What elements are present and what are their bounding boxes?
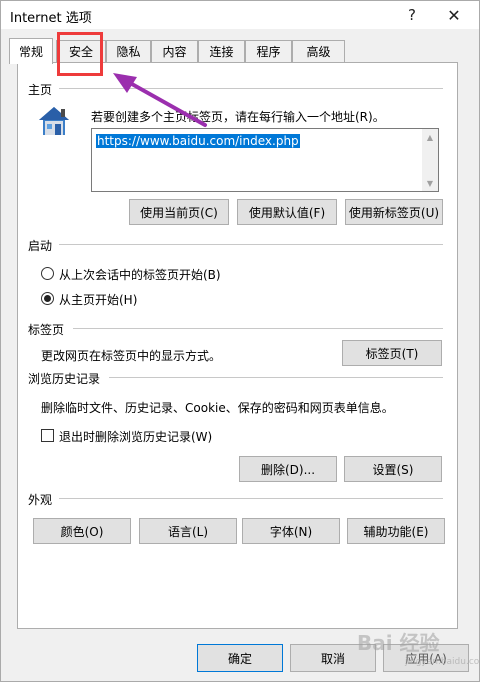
- tab-connections[interactable]: 连接: [198, 40, 245, 62]
- scroll-down-icon[interactable]: ▼: [422, 175, 438, 191]
- accessibility-label: 辅助功能(E): [363, 524, 429, 539]
- tab-content-label: 内容: [162, 45, 187, 59]
- tabs-section-title: 标签页: [28, 323, 65, 337]
- close-button[interactable]: ✕: [435, 1, 473, 29]
- use-current-label: 使用当前页(C): [140, 205, 218, 220]
- tab-advanced[interactable]: 高级: [292, 40, 345, 62]
- window-title: Internet 选项: [10, 11, 92, 26]
- tab-programs[interactable]: 程序: [245, 40, 292, 62]
- languages-label: 语言(L): [167, 524, 209, 539]
- history-description: 删除临时文件、历史记录、Cookie、保存的密码和网页表单信息。: [41, 401, 394, 415]
- history-settings-button[interactable]: 设置(S): [344, 456, 442, 482]
- baidu-watermark-url: jingyan.baidu.com: [405, 657, 480, 667]
- title-bar: Internet 选项 ? ✕: [1, 1, 479, 29]
- colors-label: 颜色(O): [60, 524, 104, 539]
- tab-programs-label: 程序: [256, 45, 281, 59]
- languages-button[interactable]: 语言(L): [139, 518, 237, 544]
- close-icon: ✕: [447, 5, 461, 25]
- use-current-button[interactable]: 使用当前页(C): [129, 199, 229, 225]
- textarea-scrollbar[interactable]: ▲ ▼: [422, 129, 438, 191]
- divider: [73, 328, 443, 329]
- delete-on-exit-checkbox[interactable]: [41, 429, 54, 442]
- ok-label: 确定: [227, 651, 252, 666]
- tabs-description: 更改网页在标签页中的显示方式。: [41, 349, 222, 363]
- tab-general-label: 常规: [18, 45, 43, 59]
- tab-connections-label: 连接: [209, 45, 234, 59]
- baidu-watermark: Bai 经验: [357, 631, 440, 655]
- delete-on-exit-label: 退出时删除浏览历史记录(W): [59, 430, 213, 444]
- use-newtab-label: 使用新标签页(U): [348, 205, 440, 220]
- cancel-label: 取消: [320, 651, 345, 666]
- home-icon: [39, 107, 69, 135]
- scroll-up-icon[interactable]: ▲: [422, 129, 438, 145]
- startup-section-title: 启动: [28, 239, 53, 253]
- tab-content[interactable]: 内容: [151, 40, 198, 62]
- homepage-url-value: https://www.baidu.com/index.php: [96, 134, 300, 148]
- divider: [59, 244, 443, 245]
- help-icon: ?: [408, 6, 416, 24]
- use-default-button[interactable]: 使用默认值(F): [237, 199, 337, 225]
- radio-homepage-label: 从主页开始(H): [59, 293, 138, 307]
- radio-last-session[interactable]: [41, 267, 54, 280]
- appearance-section-title: 外观: [28, 493, 53, 507]
- delete-history-button[interactable]: 删除(D)...: [239, 456, 337, 482]
- homepage-url-textarea[interactable]: https://www.baidu.com/index.php ▲ ▼: [91, 128, 439, 192]
- divider: [109, 377, 443, 378]
- radio-homepage[interactable]: [41, 292, 54, 305]
- use-default-label: 使用默认值(F): [248, 205, 326, 220]
- tab-general[interactable]: 常规: [9, 38, 53, 64]
- tabs-settings-label: 标签页(T): [365, 346, 419, 361]
- delete-history-label: 删除(D)...: [260, 462, 316, 477]
- homepage-section-title: 主页: [28, 83, 53, 97]
- use-newtab-button[interactable]: 使用新标签页(U): [345, 199, 443, 225]
- tab-privacy-label: 隐私: [116, 45, 141, 59]
- tabs-settings-button[interactable]: 标签页(T): [342, 340, 442, 366]
- radio-last-session-label: 从上次会话中的标签页开始(B): [59, 268, 221, 282]
- history-settings-label: 设置(S): [372, 462, 414, 477]
- internet-options-window: Internet 选项 ? ✕ 常规 安全 隐私 内容 连接 程序 高级 主页: [0, 0, 480, 682]
- divider: [59, 498, 443, 499]
- tab-privacy[interactable]: 隐私: [106, 40, 151, 62]
- ok-button[interactable]: 确定: [197, 644, 283, 672]
- history-section-title: 浏览历史记录: [28, 372, 101, 386]
- annotation-arrow-icon: [113, 73, 207, 127]
- fonts-button[interactable]: 字体(N): [242, 518, 340, 544]
- fonts-label: 字体(N): [269, 524, 313, 539]
- annotation-highlight-box: [57, 32, 103, 76]
- help-button[interactable]: ?: [393, 1, 431, 29]
- tab-advanced-label: 高级: [306, 45, 331, 59]
- colors-button[interactable]: 颜色(O): [33, 518, 131, 544]
- accessibility-button[interactable]: 辅助功能(E): [347, 518, 445, 544]
